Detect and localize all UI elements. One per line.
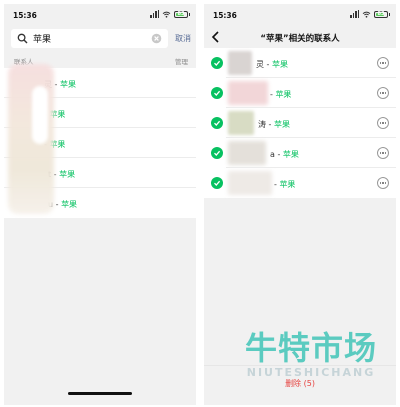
watermark-subtitle: NIUTESHICHANG	[246, 366, 376, 379]
more-options-icon[interactable]	[377, 57, 389, 69]
cancel-button[interactable]: 取消	[175, 33, 191, 44]
signal-icon	[150, 10, 159, 18]
list-item[interactable]: a - 苹果	[204, 138, 396, 168]
status-icons: 83	[350, 10, 390, 18]
more-options-icon[interactable]	[377, 117, 389, 129]
manage-button[interactable]: 管理	[175, 56, 188, 66]
list-item[interactable]: - 苹果	[204, 168, 396, 198]
contact-name: 灵 - 苹果	[256, 60, 288, 69]
status-icons: 83	[150, 10, 190, 18]
home-indicator[interactable]	[68, 392, 132, 395]
avatar	[228, 141, 266, 165]
avatar	[32, 86, 48, 144]
status-bar: 15:36 83	[4, 4, 196, 26]
contact-name: - 苹果	[274, 180, 296, 189]
watermark-title: 牛特市场	[244, 329, 377, 367]
check-circle-icon[interactable]	[211, 87, 223, 99]
contact-list: 灵 - 苹果 - 苹果 涛 - 苹果 a - 苹果 - 苹果	[204, 48, 396, 198]
wifi-icon	[162, 11, 171, 18]
contact-name: 涛 - 苹果	[258, 120, 290, 129]
page-title: “苹果”相关的联系人	[260, 34, 340, 44]
more-options-icon[interactable]	[377, 87, 389, 99]
avatar	[228, 111, 254, 135]
battery-level: 83	[377, 10, 385, 17]
search-screen: 15:36 83 苹果 取消 联系人 管理 灵 - 苹果 - 苹果	[4, 4, 196, 405]
search-bar: 苹果 取消	[4, 28, 196, 50]
more-options-icon[interactable]	[377, 177, 389, 189]
check-circle-icon[interactable]	[211, 117, 223, 129]
battery-icon: 83	[174, 10, 190, 18]
list-item[interactable]: 灵 - 苹果	[204, 48, 396, 78]
delete-button[interactable]: 删除 (5)	[204, 378, 396, 389]
watermark-logo: 牛特市场 NIUTESHICHANG	[236, 332, 386, 379]
search-icon	[17, 33, 28, 44]
check-circle-icon[interactable]	[211, 177, 223, 189]
check-circle-icon[interactable]	[211, 147, 223, 159]
search-query: 苹果	[33, 35, 52, 45]
list-item[interactable]: - 苹果	[204, 78, 396, 108]
avatar	[228, 51, 252, 75]
battery-level: 83	[177, 10, 185, 17]
contact-name: - 苹果	[270, 90, 292, 99]
contact-name: a - 苹果	[270, 150, 299, 159]
clear-icon[interactable]	[151, 33, 162, 44]
status-bar: 15:36 83	[204, 4, 396, 26]
more-options-icon[interactable]	[377, 147, 389, 159]
avatar	[228, 171, 272, 195]
avatar	[228, 81, 268, 105]
wifi-icon	[362, 11, 371, 18]
search-input[interactable]: 苹果	[11, 29, 168, 48]
check-circle-icon[interactable]	[211, 57, 223, 69]
status-time: 15:36	[213, 11, 237, 20]
signal-icon	[350, 10, 359, 18]
status-time: 15:36	[13, 11, 37, 20]
list-item[interactable]: 涛 - 苹果	[204, 108, 396, 138]
battery-icon: 83	[374, 10, 390, 18]
